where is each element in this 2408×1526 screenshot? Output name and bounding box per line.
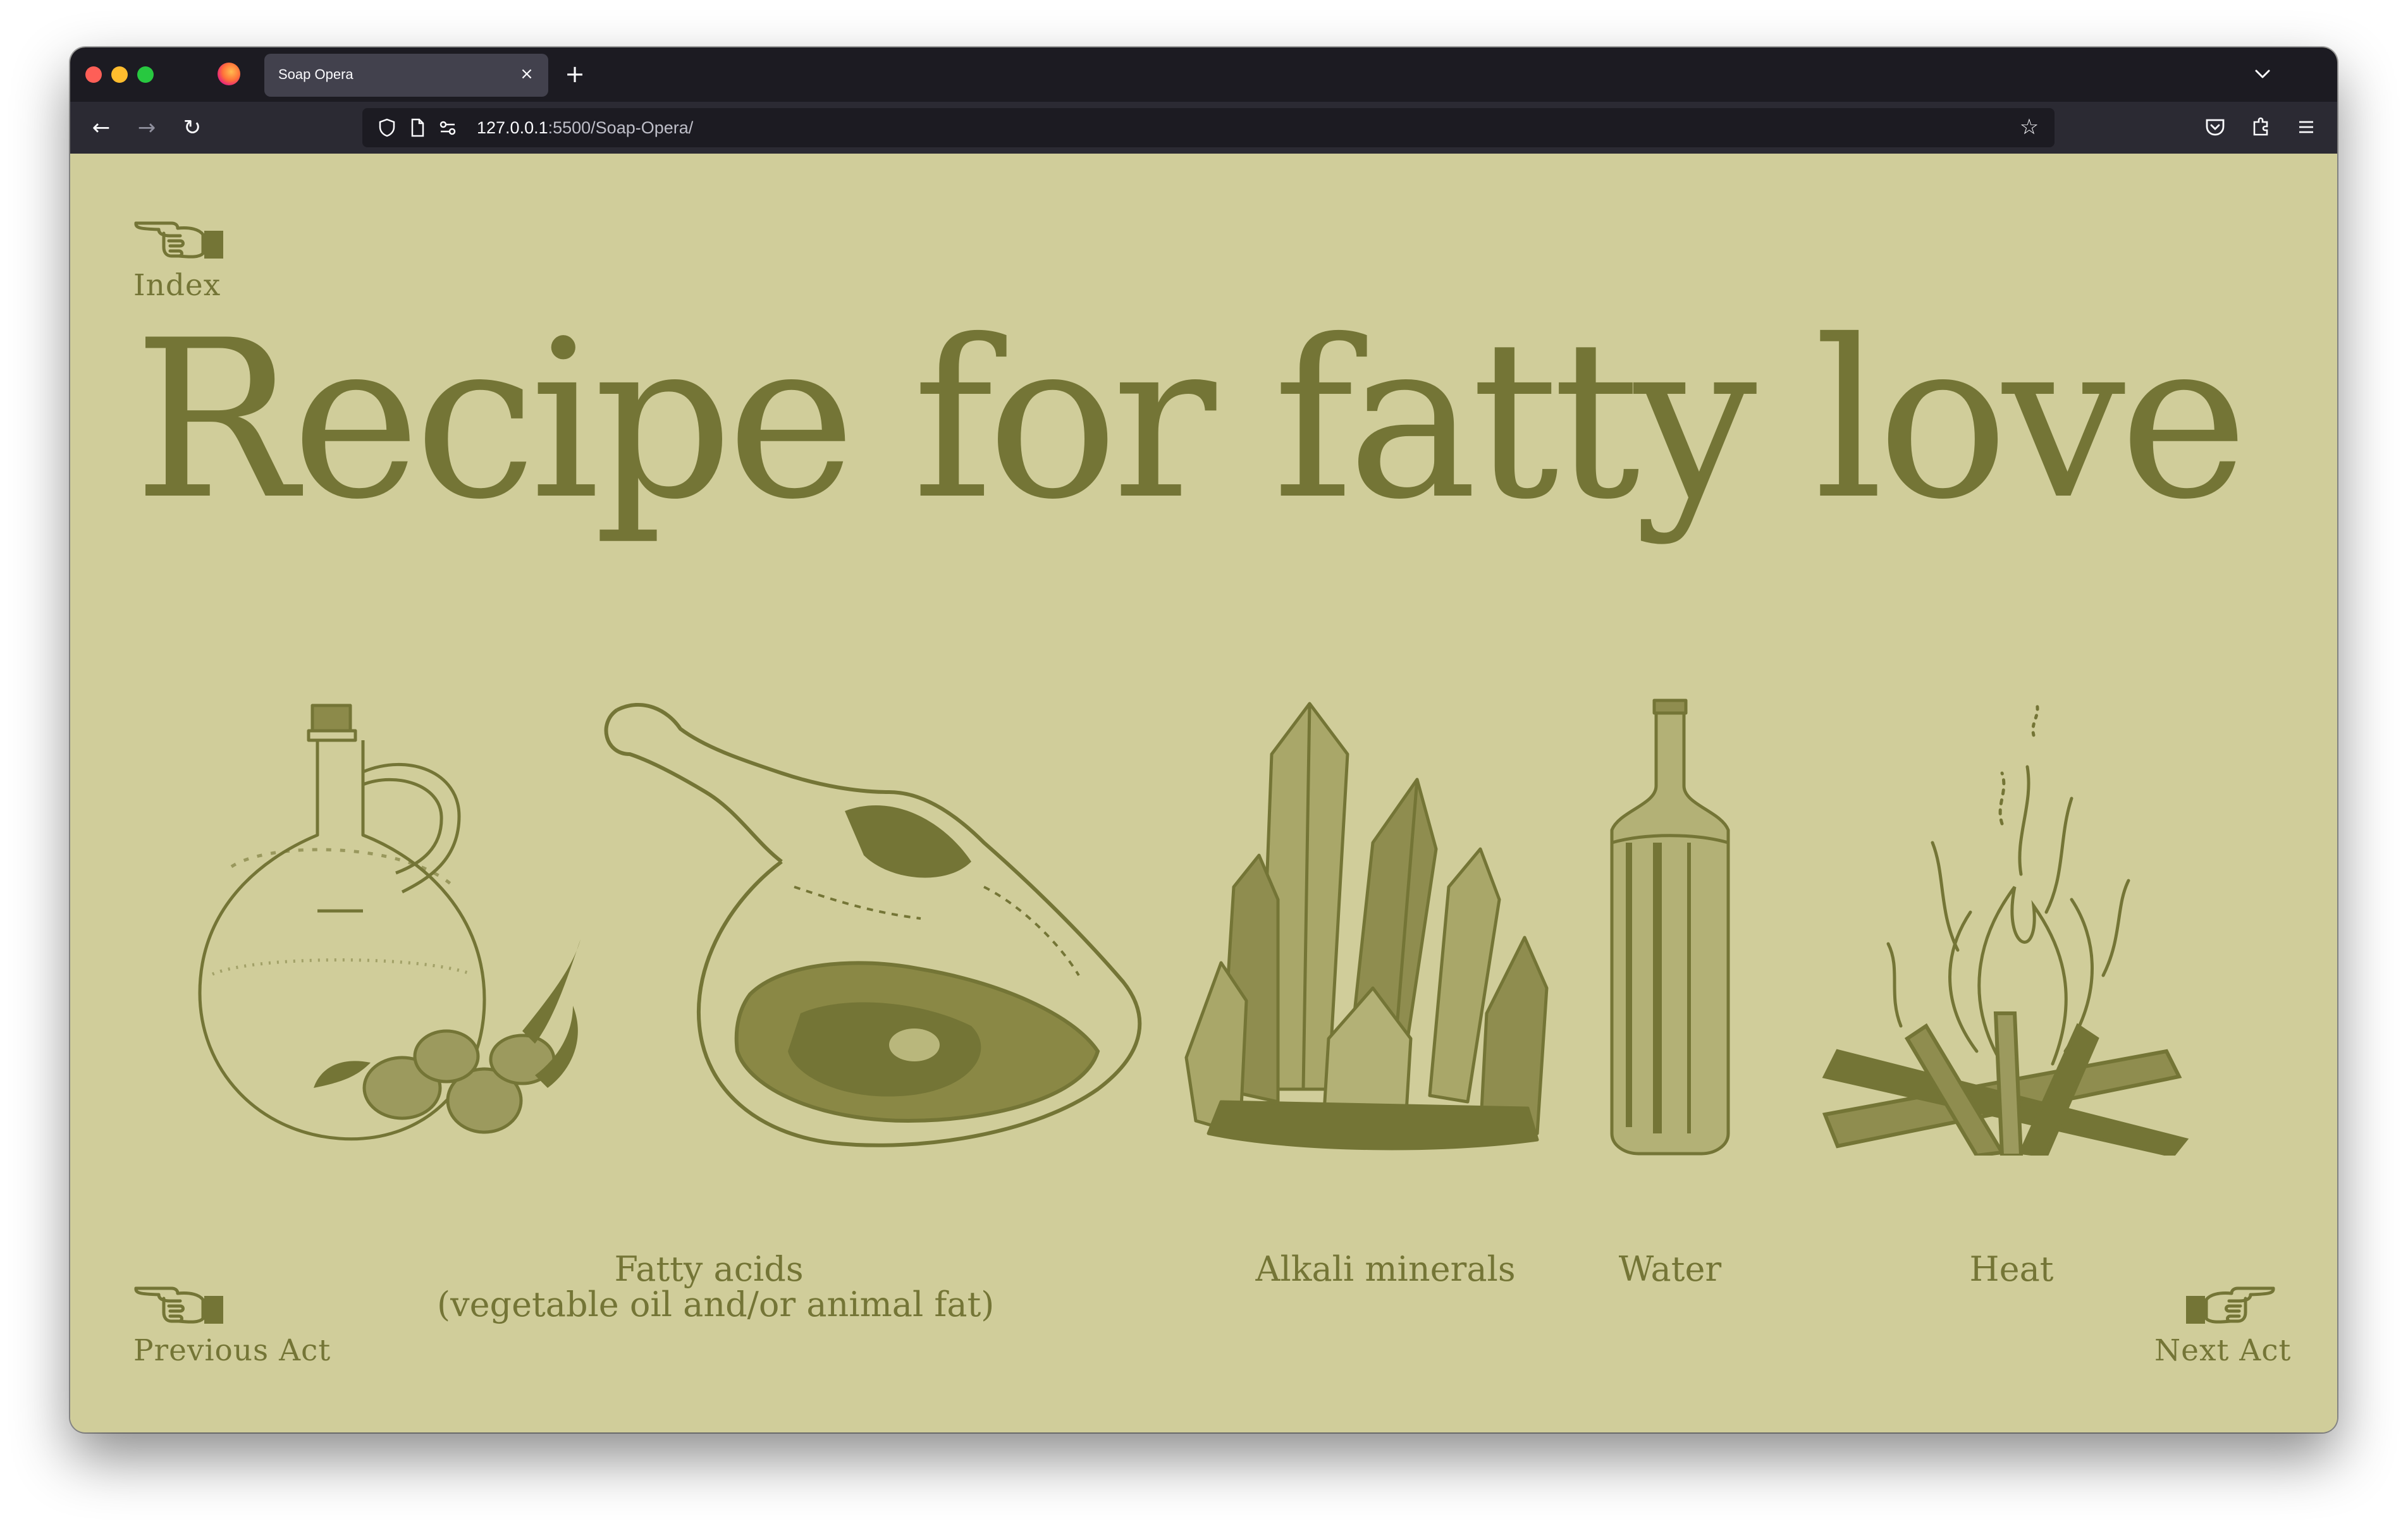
reload-button[interactable]: ↻	[176, 112, 208, 143]
tab-title: Soap Opera	[278, 66, 353, 82]
navigation-bar: ← → ↻ 127.0.0.1:5500/Soap-Opera/ ☆	[70, 102, 2337, 154]
page-icon[interactable]	[407, 117, 428, 138]
menu-icon[interactable]	[2294, 114, 2319, 140]
pointing-hand-right-icon[interactable]	[2184, 1281, 2276, 1326]
chevron-down-icon[interactable]	[2250, 61, 2275, 87]
url-text[interactable]: 127.0.0.1:5500/Soap-Opera/	[477, 118, 693, 138]
ingredient-caption-water: Water	[1618, 1249, 1722, 1289]
forward-button[interactable]: →	[131, 112, 163, 143]
permissions-icon[interactable]	[437, 117, 458, 138]
url-path: :5500/Soap-Opera/	[548, 118, 694, 137]
tab-soap-opera[interactable]: Soap Opera ×	[264, 54, 548, 97]
page-title: Recipe for fatty love	[133, 294, 2249, 547]
pointing-hand-left-icon[interactable]	[133, 216, 225, 261]
zoom-window-button[interactable]	[137, 66, 154, 83]
tab-bar: Soap Opera × +	[70, 47, 2337, 102]
oil-jug-icon	[198, 704, 580, 1141]
bottle-icon	[1610, 699, 1730, 1156]
caption-line-2: (vegetable oil and/or animal fat)	[437, 1285, 995, 1324]
shield-icon[interactable]	[376, 117, 398, 138]
next-act-link[interactable]: Next Act	[2154, 1333, 2290, 1368]
crystal-cluster-icon	[1184, 702, 1549, 1151]
back-button[interactable]: ←	[85, 112, 117, 143]
browser-window: Soap Opera × + ← → ↻ 127.0.0.1:5500/Soap…	[70, 47, 2337, 1432]
extensions-icon[interactable]	[2248, 114, 2273, 140]
new-tab-button[interactable]: +	[561, 60, 589, 88]
url-host: 127.0.0.1	[477, 118, 548, 137]
ham-leg-icon	[604, 703, 1142, 1147]
ingredient-caption-fatty-acids: Fatty acids (vegetable oil and/or animal…	[437, 1249, 995, 1324]
pointing-hand-left-icon[interactable]	[133, 1281, 225, 1326]
url-bar[interactable]: 127.0.0.1:5500/Soap-Opera/ ☆	[362, 108, 2055, 147]
tab-close-icon[interactable]: ×	[515, 63, 538, 85]
minimize-window-button[interactable]	[111, 66, 128, 83]
ingredient-caption-heat: Heat	[1969, 1249, 2054, 1289]
page-content: Index Recipe for fatty love Fatty acids …	[70, 154, 2337, 1432]
campfire-icon	[1822, 702, 2189, 1156]
close-window-button[interactable]	[85, 66, 102, 83]
ingredient-caption-alkali: Alkali minerals	[1255, 1249, 1516, 1289]
firefox-icon[interactable]	[218, 63, 240, 85]
bookmark-star-icon[interactable]: ☆	[2017, 114, 2042, 140]
caption-line-1: Fatty acids	[614, 1249, 804, 1289]
pocket-icon[interactable]	[2202, 114, 2228, 140]
previous-act-link[interactable]: Previous Act	[133, 1333, 331, 1368]
